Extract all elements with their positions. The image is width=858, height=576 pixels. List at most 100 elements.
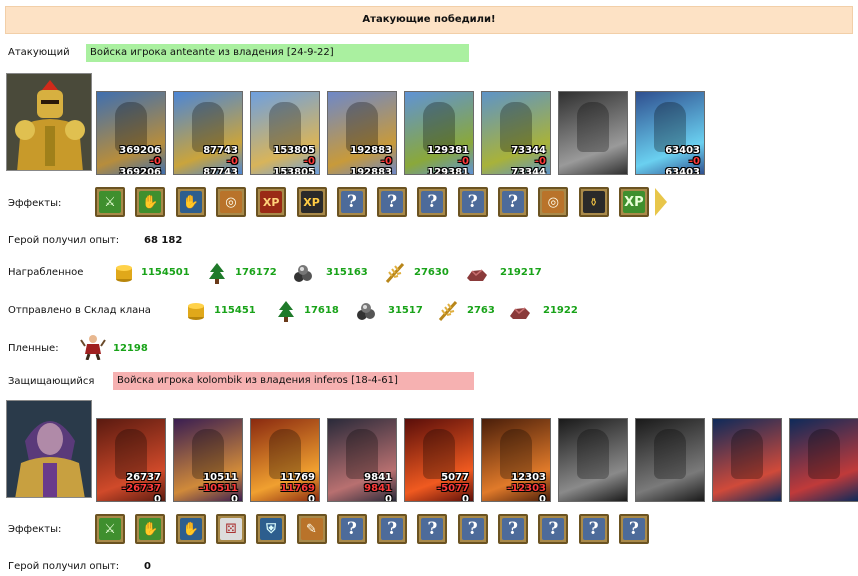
defender-unit-slot[interactable]: [712, 418, 782, 502]
xp-icon[interactable]: XP: [256, 187, 287, 217]
defender-unit-slot[interactable]: [558, 418, 628, 502]
question-icon[interactable]: ?: [498, 187, 528, 217]
defender-unit-slot[interactable]: 26737 -26737 0: [96, 418, 166, 502]
question-icon[interactable]: ?: [336, 187, 367, 217]
question-icon[interactable]: ?: [618, 514, 649, 544]
defender-unit-slot[interactable]: 9841 9841 0: [327, 418, 397, 502]
attacker-hero-portrait[interactable]: [6, 73, 92, 171]
question-icon[interactable]: ?: [578, 514, 609, 544]
sword-icon[interactable]: ⚔: [95, 187, 125, 217]
unit-count-n2: 9841: [364, 483, 392, 494]
unit-count-n2: -0: [380, 156, 392, 167]
scroll-right-arrow-icon[interactable]: [655, 188, 667, 216]
xp-icon[interactable]: XP: [618, 187, 649, 217]
hand-icon[interactable]: ✋: [175, 514, 206, 544]
shield-icon[interactable]: ⛨: [256, 514, 287, 544]
unit-count-n2: -12303: [507, 483, 546, 494]
unit-count-n3: 0: [539, 494, 546, 502]
unit-count-n3: 0: [231, 494, 238, 502]
wood-icon: [275, 300, 297, 322]
attacker-effect-glyph: ?: [421, 191, 444, 213]
creature-figure-icon: [654, 429, 686, 479]
unit-count-n1: 11769: [280, 472, 315, 483]
question-icon[interactable]: ?: [377, 514, 408, 544]
defender-unit-slot[interactable]: 5077 -5077 0: [404, 418, 474, 502]
unit-count-n1: 63403: [665, 145, 700, 156]
defender-effect-glyph: ⚔: [99, 518, 121, 540]
gold-icon: [185, 300, 207, 322]
attacker-unit-slot[interactable]: [558, 91, 628, 175]
attacker-unit-slot[interactable]: 129381 -0 129381: [404, 91, 474, 175]
handshake-icon[interactable]: ✋: [135, 187, 166, 217]
prisoners-label: Пленные:: [8, 343, 59, 354]
question-icon[interactable]: ?: [538, 514, 569, 544]
attacker-effects-label: Эффекты:: [8, 198, 62, 209]
question-icon[interactable]: ?: [377, 187, 408, 217]
unit-count-n3: 73344: [511, 167, 546, 175]
defender-hero-portrait[interactable]: [6, 400, 92, 498]
unit-count-n1: 26737: [126, 472, 161, 483]
coins-icon[interactable]: ◎: [215, 187, 246, 217]
attacker-unit-slot[interactable]: 63403 -0 63403: [635, 91, 705, 175]
handshake-icon[interactable]: ✋: [135, 514, 166, 544]
attacker-unit-slot[interactable]: 369206 -0 369206: [96, 91, 166, 175]
question-icon[interactable]: ?: [417, 187, 448, 217]
prisoners-value: 12198: [113, 343, 148, 354]
defender-label: Защищающийся: [8, 376, 95, 387]
unit-count-n2: -0: [303, 156, 315, 167]
defender-unit-slot[interactable]: 11769 11769 0: [250, 418, 320, 502]
unit-count-n1: 73344: [511, 145, 546, 156]
question-icon[interactable]: ?: [457, 514, 488, 544]
defender-unit-slot[interactable]: [635, 418, 705, 502]
hand-icon[interactable]: ✋: [175, 187, 206, 217]
attacker-effect-glyph: ✋: [179, 191, 202, 213]
scroll-icon[interactable]: ✎: [296, 514, 327, 544]
unit-count-n2: -10511: [199, 483, 238, 494]
question-icon[interactable]: ?: [417, 514, 448, 544]
goblin-xp-icon[interactable]: XP: [296, 187, 327, 217]
attacker-hero-xp-label: Герой получил опыт:: [8, 235, 120, 246]
attacker-effect-glyph: ⚱: [582, 191, 605, 213]
defender-effect-glyph: ✎: [300, 518, 323, 540]
creature-figure-icon: [808, 429, 840, 479]
unit-count-n3: 129381: [427, 167, 469, 175]
unit-count-n1: 10511: [203, 472, 238, 483]
loot-stone-value: 219217: [500, 267, 542, 278]
creature-figure-icon: [577, 102, 609, 152]
defender-unit-slot[interactable]: [789, 418, 858, 502]
unit-count-n2: -0: [457, 156, 469, 167]
attacker-effect-glyph: ✋: [139, 191, 162, 213]
loot-ore-value: 315163: [326, 267, 368, 278]
defender-unit-slot[interactable]: 10511 -10511 0: [173, 418, 243, 502]
unit-count-n3: 0: [462, 494, 469, 502]
stone-icon: [509, 300, 531, 322]
unit-count-n2: -0: [534, 156, 546, 167]
attacker-unit-slot[interactable]: 73344 -0 73344: [481, 91, 551, 175]
attacker-effect-glyph: ◎: [542, 191, 565, 213]
sword-icon[interactable]: ⚔: [95, 514, 125, 544]
stone-icon: [466, 262, 488, 284]
attacker-effect-glyph: XP: [622, 191, 645, 213]
coins-icon[interactable]: ◎: [538, 187, 569, 217]
attacker-unit-slot[interactable]: 192883 -0 192883: [327, 91, 397, 175]
unit-count-n3: 192883: [350, 167, 392, 175]
totem-icon[interactable]: ⚱: [578, 187, 609, 217]
defender-unit-slot[interactable]: 12303 -12303 0: [481, 418, 551, 502]
unit-count-n3: 0: [154, 494, 161, 502]
dice-icon[interactable]: ⚄: [215, 514, 246, 544]
defender-army-field: Войска игрока kolombik из владения infer…: [113, 372, 474, 390]
defender-hero-xp-value: 0: [144, 561, 151, 572]
ore-icon: [355, 300, 377, 322]
question-icon[interactable]: ?: [498, 514, 528, 544]
attacker-unit-slot[interactable]: 87743 -0 87743: [173, 91, 243, 175]
attacker-effect-glyph: ⚔: [99, 191, 121, 213]
loot-wood-value: 176172: [235, 267, 277, 278]
attacker-unit-slot[interactable]: 153805 -0 153805: [250, 91, 320, 175]
sorceress-icon: [7, 401, 91, 497]
loot-wheat-value: 27630: [414, 267, 449, 278]
question-icon[interactable]: ?: [336, 514, 367, 544]
unit-count-n1: 87743: [203, 145, 238, 156]
unit-count-n1: 12303: [511, 472, 546, 483]
question-icon[interactable]: ?: [457, 187, 488, 217]
unit-count-n3: 153805: [273, 167, 315, 175]
